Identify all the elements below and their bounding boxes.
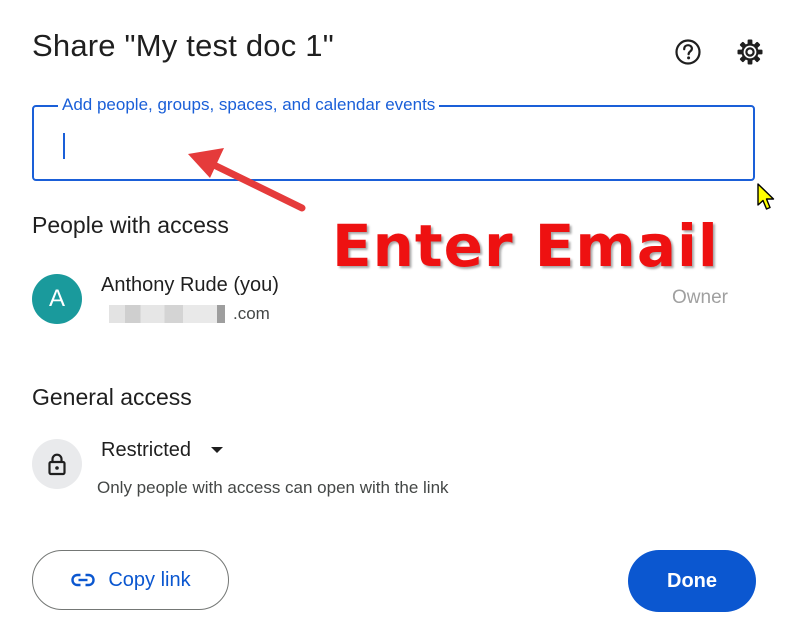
link-icon: [71, 573, 96, 587]
add-people-label: Add people, groups, spaces, and calendar…: [58, 95, 440, 115]
email-suffix: .com: [233, 304, 270, 323]
annotation-arrow-icon: [188, 148, 306, 212]
person-email: .com: [101, 304, 270, 324]
text-caret: [63, 133, 65, 159]
access-selected-value: Restricted: [101, 438, 192, 461]
general-access-dropdown[interactable]: Restricted: [101, 436, 224, 464]
annotation-label: Enter Email: [332, 212, 719, 280]
copy-link-button[interactable]: Copy link: [32, 550, 229, 610]
share-dialog: Share "My test doc 1" Add people, groups…: [0, 0, 791, 643]
add-people-field[interactable]: Add people, groups, spaces, and calendar…: [32, 95, 755, 181]
dialog-title: Share "My test doc 1": [32, 28, 334, 63]
person-name: Anthony Rude (you): [101, 274, 279, 296]
mouse-cursor-icon: [757, 183, 775, 210]
lock-icon-container: [32, 439, 82, 489]
done-button[interactable]: Done: [628, 550, 756, 612]
dropdown-arrow-icon: [211, 447, 224, 453]
settings-gear-icon[interactable]: [735, 37, 765, 67]
lock-icon: [48, 453, 66, 476]
access-description: Only people with access can open with th…: [97, 478, 449, 497]
redacted-email-blur: [101, 305, 233, 323]
help-icon[interactable]: [673, 37, 703, 67]
avatar: A: [32, 274, 82, 324]
add-people-input[interactable]: [60, 127, 744, 163]
general-access-heading: General access: [32, 384, 192, 410]
copy-link-label: Copy link: [108, 568, 191, 591]
person-role: Owner: [672, 287, 728, 308]
